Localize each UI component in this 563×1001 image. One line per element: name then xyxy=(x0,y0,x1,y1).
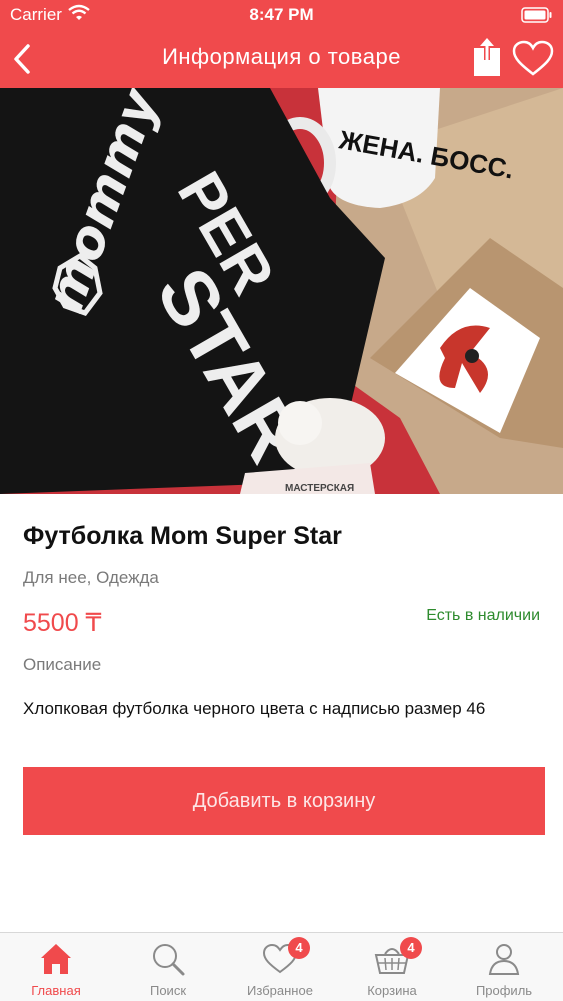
tab-label-favorites: Избранное xyxy=(247,983,313,998)
navigation-bar: Информация о товаре xyxy=(0,30,563,88)
person-icon xyxy=(488,944,520,975)
tab-label-cart: Корзина xyxy=(367,983,417,998)
tab-profile[interactable]: Профиль xyxy=(448,933,560,1001)
status-time: 8:47 PM xyxy=(249,5,314,24)
share-button[interactable] xyxy=(470,36,504,78)
search-icon xyxy=(153,944,185,976)
add-to-cart-button[interactable]: Добавить в корзину xyxy=(23,767,545,835)
favorites-count-badge: 4 xyxy=(288,937,310,959)
battery-icon xyxy=(521,7,552,23)
tab-label-search: Поиск xyxy=(149,983,187,998)
product-image[interactable]: ЖЕНА. БОСС. mommy PER STAR МАСТЕРСКАЯ xyxy=(0,88,563,494)
card-print: МАСТЕРСКАЯ xyxy=(285,483,354,494)
tab-cart[interactable]: 4 Корзина xyxy=(336,933,448,1001)
product-description: Хлопковая футболка черного цвета с надпи… xyxy=(23,699,486,718)
product-price: 5500 ₸ xyxy=(23,609,102,637)
tab-label-home: Главная xyxy=(31,983,81,998)
product-name: Футболка Mom Super Star xyxy=(23,522,342,550)
cart-count-badge: 4 xyxy=(400,937,422,959)
tab-favorites[interactable]: 4 Избранное xyxy=(224,933,336,1001)
home-icon xyxy=(41,944,71,974)
tab-label-profile: Профиль xyxy=(475,983,533,998)
tab-bar: Главная Поиск 4 Избранное 4 Корзина Проф… xyxy=(0,932,563,1001)
availability-status: Есть в наличии xyxy=(426,607,540,624)
app-header: Carrier 8:47 PM Информация о товаре xyxy=(0,0,563,88)
tab-search[interactable]: Поиск xyxy=(112,933,224,1001)
description-label: Описание xyxy=(23,655,102,674)
status-bar: Carrier 8:47 PM xyxy=(0,0,563,30)
favorite-button[interactable] xyxy=(512,40,554,78)
product-photo-illustration: ЖЕНА. БОСС. mommy PER STAR МАСТЕРСКАЯ xyxy=(0,88,563,494)
product-category: Для нее, Одежда xyxy=(23,568,159,587)
tab-home[interactable]: Главная xyxy=(0,933,112,1001)
